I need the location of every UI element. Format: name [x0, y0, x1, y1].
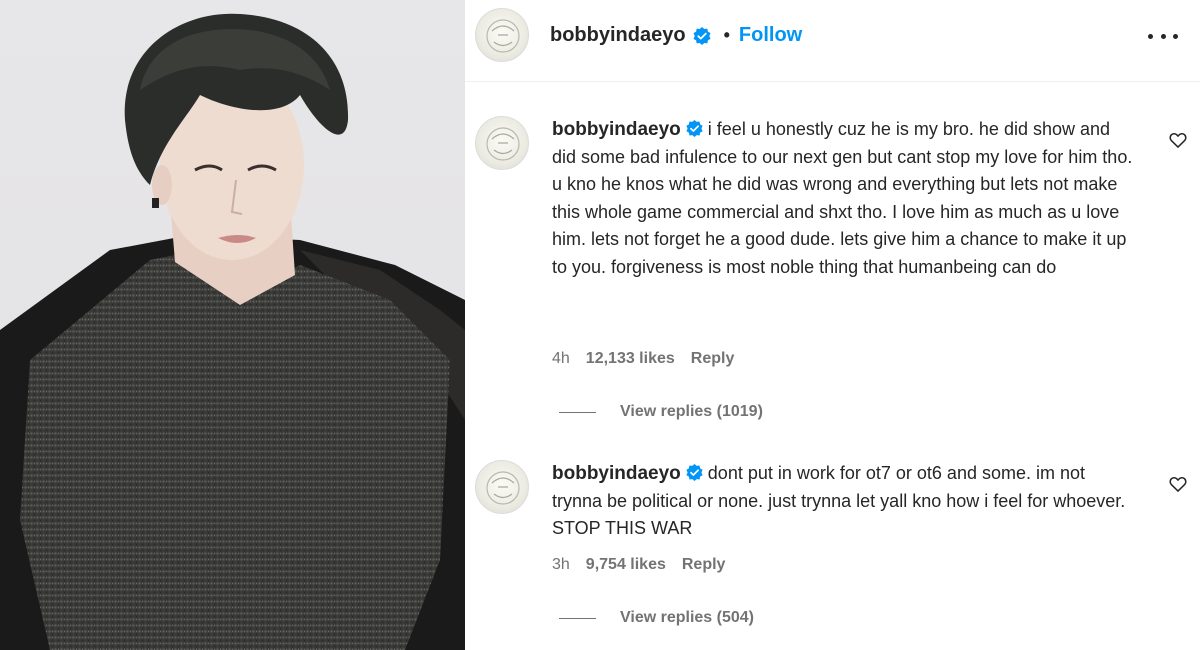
view-replies-button[interactable]: View replies (1019): [559, 403, 763, 421]
heart-icon[interactable]: [1168, 474, 1188, 494]
comment-username[interactable]: bobbyindaeyo: [552, 463, 681, 484]
comment-meta: 4h 12,133 likes Reply: [552, 350, 734, 368]
post-photo: [0, 0, 465, 650]
comment-avatar[interactable]: [475, 116, 529, 170]
verified-badge-icon: [686, 119, 703, 138]
comment-username[interactable]: bobbyindaeyo: [552, 119, 681, 140]
header-user-row: bobbyindaeyo • Follow: [550, 24, 802, 47]
post-header: bobbyindaeyo • Follow: [465, 0, 1200, 82]
comment-meta: 3h 9,754 likes Reply: [552, 556, 725, 574]
follow-button[interactable]: Follow: [739, 24, 802, 47]
avatar-doodle: [486, 471, 520, 505]
comment-time: 3h: [552, 556, 570, 573]
reply-button[interactable]: Reply: [682, 556, 726, 574]
comment-body: bobbyindaeyo dont put in work for ot7 or…: [552, 460, 1137, 543]
header-username[interactable]: bobbyindaeyo: [550, 24, 686, 47]
verified-badge-icon: [686, 463, 703, 482]
comment-text: i feel u honestly cuz he is my bro. he d…: [552, 119, 1133, 277]
replies-divider-line: [559, 411, 596, 413]
verified-badge-icon: [693, 26, 711, 45]
comment-avatar[interactable]: [475, 460, 529, 514]
comment-likes[interactable]: 9,754 likes: [586, 556, 666, 574]
profile-avatar[interactable]: [475, 8, 529, 62]
comment-time: 4h: [552, 350, 570, 367]
more-options-icon[interactable]: [1148, 26, 1178, 46]
avatar-doodle: [486, 19, 520, 53]
comment-likes[interactable]: 12,133 likes: [586, 350, 675, 368]
reply-button[interactable]: Reply: [691, 350, 735, 368]
replies-divider-line: [559, 617, 596, 619]
comment-body: bobbyindaeyo i feel u honestly cuz he is…: [552, 116, 1137, 281]
comments-panel: bobbyindaeyo • Follow bobbyindaeyo i fee…: [465, 0, 1200, 650]
view-replies-label: View replies (504): [620, 609, 754, 626]
avatar-doodle: [486, 127, 520, 161]
separator-dot: •: [723, 25, 730, 45]
portrait-illustration: [0, 13, 465, 650]
view-replies-button[interactable]: View replies (504): [559, 609, 754, 627]
heart-icon[interactable]: [1168, 130, 1188, 150]
view-replies-label: View replies (1019): [620, 403, 763, 420]
